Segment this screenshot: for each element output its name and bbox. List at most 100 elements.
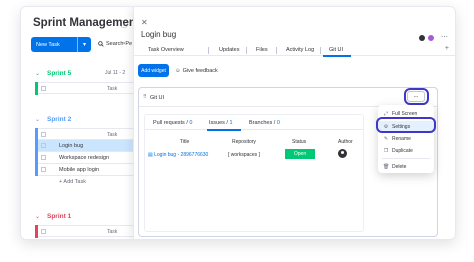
column-header-status: Status bbox=[292, 139, 307, 145]
tab-updates[interactable]: Updates bbox=[219, 47, 240, 53]
chevron-down-icon[interactable]: ⌄ bbox=[35, 213, 40, 220]
table-row[interactable]: Mobile app login bbox=[35, 164, 133, 176]
active-tab-indicator bbox=[323, 55, 351, 57]
item-tabs: Task Overview Updates Files Activity Log… bbox=[134, 43, 455, 57]
feedback-icon: ☺ bbox=[175, 68, 181, 74]
item-title[interactable]: Login bug bbox=[141, 30, 176, 39]
count-badge: 1 bbox=[229, 120, 233, 126]
group-column-header: Task bbox=[35, 82, 133, 95]
group-title-sprint-5[interactable]: Sprint 5 bbox=[47, 70, 71, 77]
new-task-label: New Task bbox=[36, 41, 60, 48]
tab-divider bbox=[208, 47, 209, 54]
group-column-header: Task bbox=[35, 128, 133, 141]
person-label: Pe bbox=[125, 41, 133, 47]
count-badge: 0 bbox=[189, 120, 193, 126]
menu-item-duplicate[interactable]: ❐ Duplicate bbox=[378, 145, 434, 156]
menu-item-label: Rename bbox=[392, 135, 411, 142]
subscribers-icon[interactable] bbox=[419, 35, 425, 41]
trash-icon: 🗑 bbox=[383, 163, 390, 170]
author-avatar[interactable] bbox=[338, 149, 347, 158]
task-name[interactable]: Mobile app login bbox=[59, 167, 99, 173]
group-column-header: Task bbox=[35, 225, 133, 238]
row-checkbox[interactable] bbox=[41, 143, 46, 148]
group-title-sprint-1[interactable]: Sprint 1 bbox=[47, 213, 71, 220]
menu-item-label: Duplicate bbox=[392, 147, 413, 154]
count-badge: 0 bbox=[276, 120, 280, 126]
tab-divider bbox=[246, 47, 247, 54]
table-row[interactable]: Login bug bbox=[35, 140, 133, 152]
tab-activity-log[interactable]: Activity Log bbox=[286, 47, 314, 53]
column-header-repository: Repository bbox=[232, 139, 256, 145]
person-filter-button[interactable]: ◔Pe bbox=[122, 41, 132, 47]
focus-highlight bbox=[376, 117, 436, 133]
group-color-bar bbox=[35, 140, 38, 152]
search-button[interactable]: Search bbox=[98, 41, 123, 47]
task-name[interactable]: Workspace redesign bbox=[59, 155, 109, 161]
board-info-icon[interactable]: ⓘ bbox=[120, 19, 128, 30]
tab-label: Branches bbox=[249, 120, 273, 126]
row-checkbox[interactable] bbox=[41, 167, 46, 172]
new-task-button[interactable]: New Task ▾ bbox=[31, 37, 91, 52]
tab-git-ui[interactable]: Git UI bbox=[329, 47, 343, 53]
task-name[interactable]: Login bug bbox=[59, 143, 83, 149]
tab-task-overview[interactable]: Task Overview bbox=[148, 47, 184, 53]
tab-divider bbox=[276, 47, 277, 54]
group-date: Jul 11 - 2 bbox=[105, 70, 126, 76]
tab-pull-requests[interactable]: Pull requests / 0 bbox=[153, 120, 192, 126]
menu-item-rename[interactable]: ✎ Rename bbox=[378, 133, 434, 144]
select-all-checkbox[interactable] bbox=[41, 229, 46, 234]
app-window: Sprint Management ⓘ New Task ▾ Search ◔P… bbox=[20, 6, 456, 240]
task-column-label: Task bbox=[107, 229, 118, 235]
close-icon[interactable]: ✕ bbox=[141, 18, 148, 27]
give-feedback-button[interactable]: ☺ Give feedback bbox=[175, 68, 218, 74]
tab-files[interactable]: Files bbox=[256, 47, 268, 53]
menu-item-label: Full Screen bbox=[392, 110, 418, 117]
group-color-bar bbox=[35, 82, 38, 95]
fullscreen-icon: ⤢ bbox=[383, 110, 388, 117]
menu-divider bbox=[382, 158, 430, 159]
group-title-sprint-2[interactable]: Sprint 2 bbox=[47, 116, 71, 123]
add-view-icon[interactable]: + bbox=[445, 45, 449, 52]
widget-options-menu: ⤢ Full Screen ⚙ Settings ✎ Rename ❐ Duplicat… bbox=[378, 105, 434, 173]
group-color-bar bbox=[35, 164, 38, 176]
widget-options-button[interactable]: ... bbox=[407, 91, 425, 102]
chevron-down-icon[interactable]: ⌄ bbox=[35, 70, 40, 77]
status-badge: Open bbox=[285, 149, 315, 159]
duplicate-icon: ❐ bbox=[383, 147, 389, 154]
group-color-bar bbox=[35, 152, 38, 164]
issue-link[interactable]: ▤ Login bug - 2896776630 bbox=[148, 152, 208, 158]
table-row[interactable]: Workspace redesign bbox=[35, 152, 133, 164]
column-header-title: Title bbox=[180, 139, 190, 145]
issue-icon: ▤ bbox=[148, 152, 153, 158]
select-all-checkbox[interactable] bbox=[41, 86, 46, 91]
tab-label: Issues bbox=[209, 120, 225, 126]
tab-label: Pull requests bbox=[153, 120, 185, 126]
add-task-button[interactable]: + Add Task bbox=[59, 179, 86, 185]
tab-issues[interactable]: Issues / 1 bbox=[209, 120, 233, 126]
menu-item-label: Delete bbox=[392, 163, 407, 170]
screenshot-frame: Sprint Management ⓘ New Task ▾ Search ◔P… bbox=[0, 0, 474, 262]
pencil-icon: ✎ bbox=[383, 135, 389, 142]
search-icon bbox=[98, 41, 104, 47]
git-content-card: Pull requests / 0 Issues / 1 Branches / … bbox=[144, 114, 364, 232]
tab-branches[interactable]: Branches / 0 bbox=[249, 120, 280, 126]
chevron-down-icon[interactable]: ⌄ bbox=[35, 116, 40, 123]
avatar[interactable] bbox=[427, 34, 435, 42]
item-panel: ✕ Login bug ⋯ Task Overview Updates File… bbox=[133, 7, 455, 239]
search-label: Search bbox=[106, 41, 124, 47]
task-column-label: Task bbox=[107, 86, 118, 92]
active-tab-indicator bbox=[207, 129, 241, 131]
more-options-icon[interactable]: ⋯ bbox=[441, 33, 448, 41]
drag-handle-icon[interactable]: ⠿ bbox=[143, 94, 147, 100]
issue-title: Login bug - 2896776630 bbox=[154, 152, 209, 158]
chevron-down-icon[interactable]: ▾ bbox=[77, 37, 91, 52]
tab-divider bbox=[320, 47, 321, 54]
board-view: Sprint Management ⓘ New Task ▾ Search ◔P… bbox=[21, 7, 140, 239]
row-checkbox[interactable] bbox=[41, 155, 46, 160]
widget-title: Git UI bbox=[150, 95, 165, 101]
column-header-author: Author bbox=[338, 139, 353, 145]
add-widget-button[interactable]: Add widget bbox=[138, 64, 169, 77]
select-all-checkbox[interactable] bbox=[41, 132, 46, 137]
menu-item-delete[interactable]: 🗑 Delete bbox=[378, 161, 434, 172]
git-tabs: Pull requests / 0 Issues / 1 Branches / … bbox=[145, 115, 363, 131]
